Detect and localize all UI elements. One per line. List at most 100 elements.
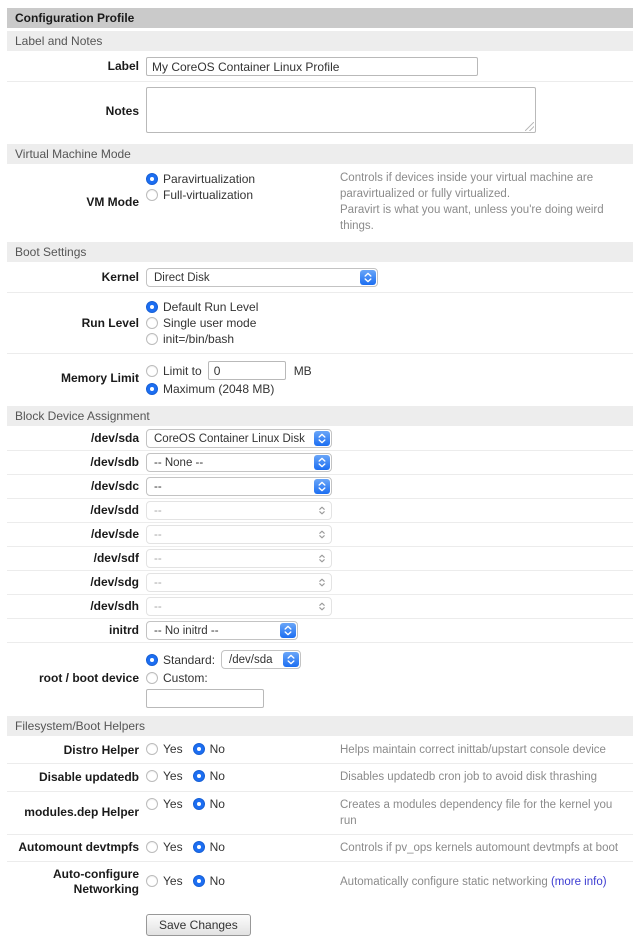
memory-limit-row: Memory Limit Limit to MB Maximum (2048 M… — [7, 353, 633, 403]
automount-devtmpfs-no-radio[interactable] — [193, 841, 205, 853]
disable-updatedb-no-radio[interactable] — [193, 770, 205, 782]
paravirtualization-radio[interactable] — [146, 173, 158, 185]
dev-sdf-select-value: -- — [154, 553, 162, 565]
auto-configure-networking-options: Yes No — [146, 874, 340, 888]
no-label: No — [210, 797, 225, 811]
dev-sda-select[interactable]: CoreOS Container Linux Disk — [146, 429, 332, 448]
dev-sdd-label: /dev/sdd — [7, 503, 146, 518]
modules-dep-helper-row: modules.dep Helper Yes No Creates a modu… — [7, 791, 633, 834]
block-device-rows: /dev/sda CoreOS Container Linux Disk /de… — [7, 427, 633, 713]
configuration-profile-page: Configuration Profile Label and Notes La… — [0, 0, 640, 936]
paravirtualization-label: Paravirtualization — [163, 172, 255, 186]
dev-sdc-label: /dev/sdc — [7, 479, 146, 494]
single-user-mode-radio[interactable] — [146, 317, 158, 329]
auto-configure-networking-label: Auto-configure Networking — [7, 867, 146, 897]
help-line: Controls if devices inside your virtual … — [340, 170, 632, 202]
standard-device-radio[interactable] — [146, 654, 158, 666]
auto-configure-yes-radio[interactable] — [146, 875, 158, 887]
dev-sda-label: /dev/sda — [7, 431, 146, 446]
dev-sdg-select-value: -- — [154, 577, 162, 589]
limit-to-radio[interactable] — [146, 365, 158, 377]
kernel-select[interactable]: Direct Disk — [146, 268, 378, 287]
custom-device-label: Custom: — [163, 671, 208, 685]
limit-to-label: Limit to — [163, 364, 202, 378]
modules-dep-yes-radio[interactable] — [146, 798, 158, 810]
no-label: No — [210, 874, 225, 888]
no-label: No — [210, 769, 225, 783]
section-filesystem-boot-helpers: Filesystem/Boot Helpers — [7, 716, 633, 736]
distro-helper-yes-radio[interactable] — [146, 743, 158, 755]
dev-sdh-row: /dev/sdh -- — [7, 594, 633, 618]
dev-sdb-select-value: -- None -- — [154, 457, 203, 469]
auto-configure-networking-help: Automatically configure static networkin… — [340, 874, 632, 890]
notes-textarea[interactable] — [146, 87, 536, 133]
dev-sdc-row: /dev/sdc -- — [7, 474, 633, 498]
dev-sde-row: /dev/sde -- — [7, 522, 633, 546]
distro-helper-label: Distro Helper — [7, 743, 146, 758]
root-boot-device-row: root / boot device Standard: /dev/sda Cu… — [7, 642, 633, 713]
label-notes-rows: Label Notes — [7, 52, 633, 141]
dev-sde-label: /dev/sde — [7, 527, 146, 542]
initrd-label: initrd — [7, 623, 146, 638]
standard-device-select[interactable]: /dev/sda — [221, 650, 301, 669]
run-level-options: Default Run Level Single user mode init=… — [146, 298, 258, 348]
vm-mode-rows: VM Mode Paravirtualization Full-virtuali… — [7, 165, 633, 239]
initrd-row: initrd -- No initrd -- — [7, 618, 633, 642]
initrd-select[interactable]: -- No initrd -- — [146, 621, 298, 640]
section-boot-settings: Boot Settings — [7, 242, 633, 262]
help-text: Automatically configure static networkin… — [340, 876, 548, 888]
dev-sdh-select[interactable]: -- — [146, 597, 332, 616]
full-virtualization-radio[interactable] — [146, 189, 158, 201]
auto-configure-no-radio[interactable] — [193, 875, 205, 887]
dev-sdb-select[interactable]: -- None -- — [146, 453, 332, 472]
vm-mode-option-full-virtualization: Full-virtualization — [146, 188, 340, 202]
label-row: Label — [7, 52, 633, 81]
dev-sda-row: /dev/sda CoreOS Container Linux Disk — [7, 427, 633, 450]
dev-sdd-row: /dev/sdd -- — [7, 498, 633, 522]
memory-limit-options: Limit to MB Maximum (2048 MB) — [146, 359, 312, 398]
dev-sdd-select[interactable]: -- — [146, 501, 332, 520]
automount-devtmpfs-yes-radio[interactable] — [146, 841, 158, 853]
label-input[interactable] — [146, 57, 478, 76]
dev-sdf-select[interactable]: -- — [146, 549, 332, 568]
dev-sdf-row: /dev/sdf -- — [7, 546, 633, 570]
dev-sdg-label: /dev/sdg — [7, 575, 146, 590]
notes-field-label: Notes — [7, 104, 146, 119]
section-label-and-notes: Label and Notes — [7, 31, 633, 51]
modules-dep-helper-label: modules.dep Helper — [7, 805, 146, 820]
custom-device-radio[interactable] — [146, 672, 158, 684]
modules-dep-no-radio[interactable] — [193, 798, 205, 810]
dev-sdb-row: /dev/sdb -- None -- — [7, 450, 633, 474]
run-level-row: Run Level Default Run Level Single user … — [7, 292, 633, 353]
dev-sdf-label: /dev/sdf — [7, 551, 146, 566]
dev-sdd-select-value: -- — [154, 505, 162, 517]
resize-grip-icon[interactable] — [525, 122, 534, 131]
disable-updatedb-row: Disable updatedb Yes No Disables updated… — [7, 763, 633, 790]
distro-helper-no-radio[interactable] — [193, 743, 205, 755]
default-run-level-radio[interactable] — [146, 301, 158, 313]
save-changes-button[interactable]: Save Changes — [146, 914, 251, 936]
memory-limit-input[interactable] — [208, 361, 286, 380]
more-info-link[interactable]: (more info) — [551, 876, 607, 888]
kernel-row: Kernel Direct Disk — [7, 263, 633, 292]
notes-textarea-wrap — [146, 87, 536, 136]
disable-updatedb-yes-radio[interactable] — [146, 770, 158, 782]
init-bash-radio[interactable] — [146, 333, 158, 345]
vm-mode-options: Paravirtualization Full-virtualization — [146, 170, 340, 204]
help-line: Helps maintain correct inittab/upstart c… — [340, 742, 632, 758]
select-stepper-icon — [314, 527, 330, 542]
single-user-mode-label: Single user mode — [163, 316, 256, 330]
init-bash-label: init=/bin/bash — [163, 332, 234, 346]
maximum-memory-radio[interactable] — [146, 383, 158, 395]
full-virtualization-label: Full-virtualization — [163, 188, 253, 202]
dev-sdh-label: /dev/sdh — [7, 599, 146, 614]
custom-device-input[interactable] — [146, 689, 264, 708]
notes-row: Notes — [7, 81, 633, 141]
dev-sde-select[interactable]: -- — [146, 525, 332, 544]
dev-sdc-select[interactable]: -- — [146, 477, 332, 496]
root-boot-device-label: root / boot device — [7, 671, 146, 686]
run-level-option-single-user: Single user mode — [146, 316, 258, 330]
initrd-select-value: -- No initrd -- — [154, 625, 219, 637]
dev-sdg-select[interactable]: -- — [146, 573, 332, 592]
disable-updatedb-label: Disable updatedb — [7, 770, 146, 785]
